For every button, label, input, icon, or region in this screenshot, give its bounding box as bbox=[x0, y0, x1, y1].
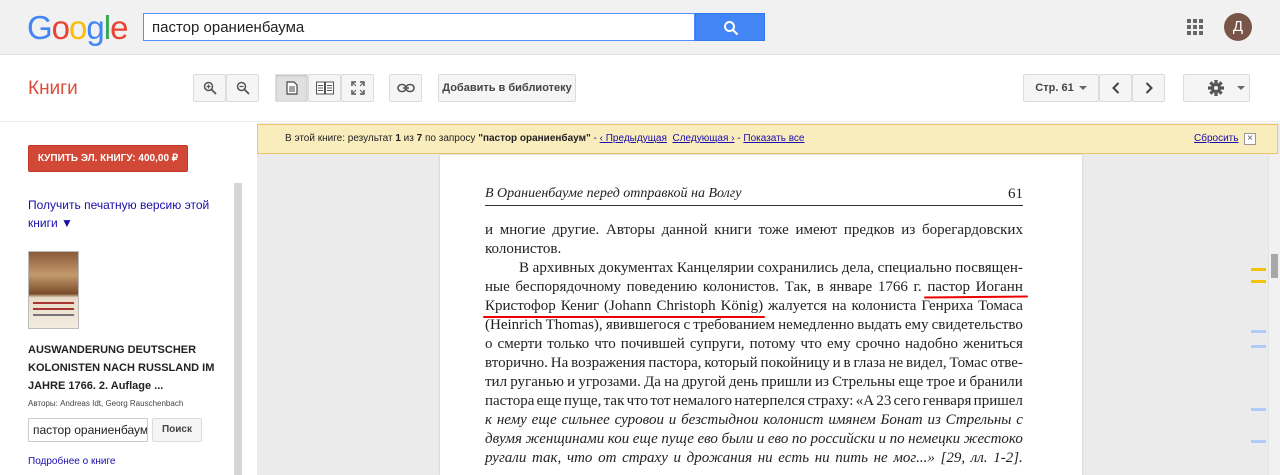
search-hit-marker[interactable] bbox=[1251, 330, 1266, 333]
zoom-in-icon bbox=[203, 81, 217, 95]
in-book-search-input[interactable] bbox=[29, 419, 147, 441]
page-text-line: к нему еще сильнее суровои и безстыднои колонис… bbox=[485, 412, 1023, 428]
books-title[interactable]: Книги bbox=[28, 78, 78, 100]
search-box[interactable] bbox=[143, 13, 695, 41]
cover-title-strip bbox=[33, 302, 74, 304]
page-text-line: ругали так, что от страху и дрожания ни есть ни пи… bbox=[485, 450, 1023, 466]
two-page-icon bbox=[315, 81, 334, 95]
apps-grid-icon[interactable] bbox=[1187, 19, 1203, 35]
page-number: 61 bbox=[1008, 186, 1023, 202]
page-text-line: вторично. На возражения пастора, который поко… bbox=[485, 355, 1023, 371]
search-button[interactable] bbox=[695, 13, 765, 41]
add-to-library-button[interactable]: Добавить в библиотеку bbox=[438, 74, 576, 102]
results-query-prefix: по запросу bbox=[422, 133, 479, 144]
page-text-line: Кристофор Кениг (Johann Christoph König) жалу… bbox=[485, 298, 1023, 314]
books-toolbar: Книги Добавить в библиотеку Стр. 61 bbox=[0, 56, 1280, 122]
viewer-scrollbar-thumb[interactable] bbox=[1271, 254, 1278, 278]
book-cover-image[interactable] bbox=[28, 251, 79, 329]
sidebar-scrollbar[interactable] bbox=[234, 183, 242, 475]
viewer-scrollbar[interactable] bbox=[1268, 155, 1280, 475]
search-hit-marker[interactable] bbox=[1251, 280, 1266, 283]
zoom-out-icon bbox=[236, 81, 250, 95]
previous-page-button[interactable] bbox=[1099, 74, 1132, 102]
in-book-search-field[interactable] bbox=[28, 418, 148, 442]
next-page-button[interactable] bbox=[1132, 74, 1165, 102]
search-hit-marker[interactable] bbox=[1251, 408, 1266, 411]
page-text-line: пастора еще пуще, так что тот немалого натерпел… bbox=[485, 393, 1023, 409]
cover-title-strip bbox=[33, 314, 74, 316]
chevron-down-icon bbox=[1078, 86, 1087, 91]
book-title[interactable]: AUSWANDERUNG DEUTSCHER KOLONISTEN NACH R… bbox=[28, 341, 228, 395]
two-page-view-button[interactable] bbox=[308, 74, 341, 102]
buy-ebook-button[interactable]: КУПИТЬ ЭЛ. КНИГУ: 400,00 ₽ bbox=[28, 145, 188, 172]
page-text-line: Вархивных документах Канцелярии сохранились… bbox=[519, 260, 1023, 276]
page-select-label: Стр. 61 bbox=[1035, 82, 1074, 94]
page-text-line: тил руганью и угрозами. Да на другой день пришли… bbox=[485, 374, 1023, 390]
book-page: В Ораниенбауме перед отправкой на Волгу … bbox=[440, 155, 1082, 475]
gear-icon bbox=[1208, 80, 1245, 96]
single-page-icon bbox=[285, 81, 298, 95]
chevron-left-icon bbox=[1111, 82, 1119, 94]
search-icon bbox=[724, 21, 739, 36]
page-text-line: двумя женщинами кои еще пуще ево были и ево по рос… bbox=[485, 431, 1023, 447]
page-text: и многие другие. Авторы данной книги тоже имеют… bbox=[485, 221, 1023, 468]
get-print-version-link[interactable]: Получить печатную версию этой книги ▼ bbox=[28, 196, 218, 232]
logo-letter: g bbox=[86, 9, 104, 46]
search-hit-underline bbox=[483, 316, 765, 318]
search-hit-marker[interactable] bbox=[1251, 345, 1266, 348]
in-book-search-button[interactable]: Поиск bbox=[152, 418, 202, 442]
zoom-in-button[interactable] bbox=[193, 74, 226, 102]
link-button[interactable] bbox=[389, 74, 422, 102]
page-running-header: В Ораниенбауме перед отправкой на Волгу … bbox=[485, 186, 1023, 206]
chevron-right-icon bbox=[1145, 82, 1153, 94]
previous-result-link[interactable]: ‹ Предыдущая bbox=[600, 133, 667, 144]
cover-title-strip bbox=[33, 308, 74, 310]
page-text-line: о смерти только что почившей супруги, потому чт… bbox=[485, 336, 1023, 352]
account-avatar[interactable]: Д bbox=[1224, 13, 1252, 41]
separator: - bbox=[590, 133, 600, 144]
results-middle: из bbox=[400, 133, 417, 144]
fullscreen-button[interactable] bbox=[341, 74, 374, 102]
book-info-panel: КУПИТЬ ЭЛ. КНИГУ: 400,00 ₽ Получить печа… bbox=[0, 123, 245, 475]
close-icon[interactable]: × bbox=[1244, 133, 1256, 145]
show-all-link[interactable]: Показать все bbox=[743, 133, 804, 144]
search-results-bar: В этой книге: результат 1 из 7 по запрос… bbox=[257, 124, 1278, 154]
search-hit-marker[interactable] bbox=[1251, 440, 1266, 443]
google-logo[interactable]: Google bbox=[27, 9, 128, 47]
page-text-line: колонистов. bbox=[485, 241, 562, 257]
page-text-line: (Heinrich Thomas), явившегося с требованием н… bbox=[485, 317, 1023, 333]
page-text-line: ные беспорядочному поведению колонистов. Так… bbox=[485, 279, 1023, 295]
page-select[interactable]: Стр. 61 bbox=[1023, 74, 1099, 102]
logo-letter: G bbox=[27, 9, 53, 46]
results-prefix: В этой книге: результат bbox=[285, 133, 396, 144]
google-top-bar: Google Д bbox=[0, 0, 1280, 55]
reset-search-link[interactable]: Сбросить bbox=[1194, 125, 1238, 153]
zoom-out-button[interactable] bbox=[226, 74, 259, 102]
page-header-title: В Ораниенбауме перед отправкой на Волгу bbox=[485, 186, 742, 201]
search-hit-marker[interactable] bbox=[1251, 268, 1266, 271]
single-page-view-button[interactable] bbox=[275, 74, 308, 102]
about-book-link[interactable]: Подробнее о книге bbox=[28, 456, 115, 467]
link-icon bbox=[396, 83, 415, 93]
results-query: "пастор ораниенбаум" bbox=[478, 133, 591, 144]
logo-letter: o bbox=[69, 9, 87, 46]
book-authors: Авторы: Andreas Idt, Georg Rauschenbach bbox=[28, 399, 184, 408]
next-result-link[interactable]: Следующая › bbox=[672, 133, 734, 144]
fullscreen-icon bbox=[350, 81, 365, 95]
search-input[interactable] bbox=[144, 14, 694, 40]
page-text-line: и многие другие. Авторы данной книги тоже имеют… bbox=[485, 222, 1023, 238]
logo-letter: e bbox=[110, 9, 128, 46]
settings-button[interactable] bbox=[1183, 74, 1250, 102]
logo-letter: o bbox=[51, 9, 70, 46]
